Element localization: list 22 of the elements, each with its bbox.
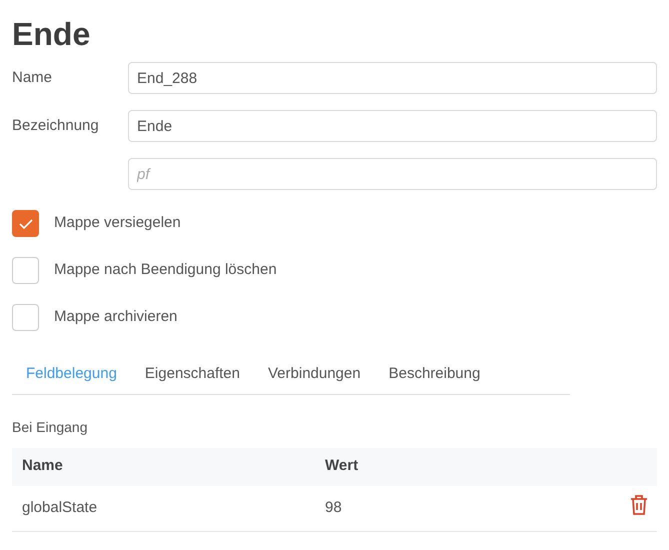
tab[interactable]: Verbindungen [254, 355, 375, 394]
input-field[interactable]: End_288 [128, 62, 657, 94]
table-cell: 98 [315, 486, 522, 532]
checkbox-label: Mappe nach Beendigung löschen [54, 260, 277, 280]
tab[interactable]: Beschreibung [374, 355, 494, 394]
input-field[interactable]: pf [128, 158, 657, 190]
delete-button[interactable] [629, 494, 649, 516]
checkbox[interactable] [12, 210, 39, 237]
field-label: Bezeichnung [12, 117, 99, 134]
checkmark-icon [18, 218, 34, 230]
trash-icon [629, 494, 649, 516]
checkbox[interactable] [12, 304, 39, 331]
page-title: Ende [12, 15, 90, 54]
table-cell: globalState [12, 486, 315, 532]
field-label: Name [12, 69, 52, 86]
table-header: Name Wert [12, 448, 657, 486]
checkbox-label: Mappe versiegelen [54, 213, 181, 234]
section-label: Bei Eingang [12, 418, 88, 437]
checkbox-label: Mappe archivieren [54, 307, 178, 328]
tab[interactable]: Eigenschaften [130, 355, 254, 394]
checkbox[interactable] [12, 257, 39, 284]
input-field[interactable]: Ende [128, 110, 657, 142]
